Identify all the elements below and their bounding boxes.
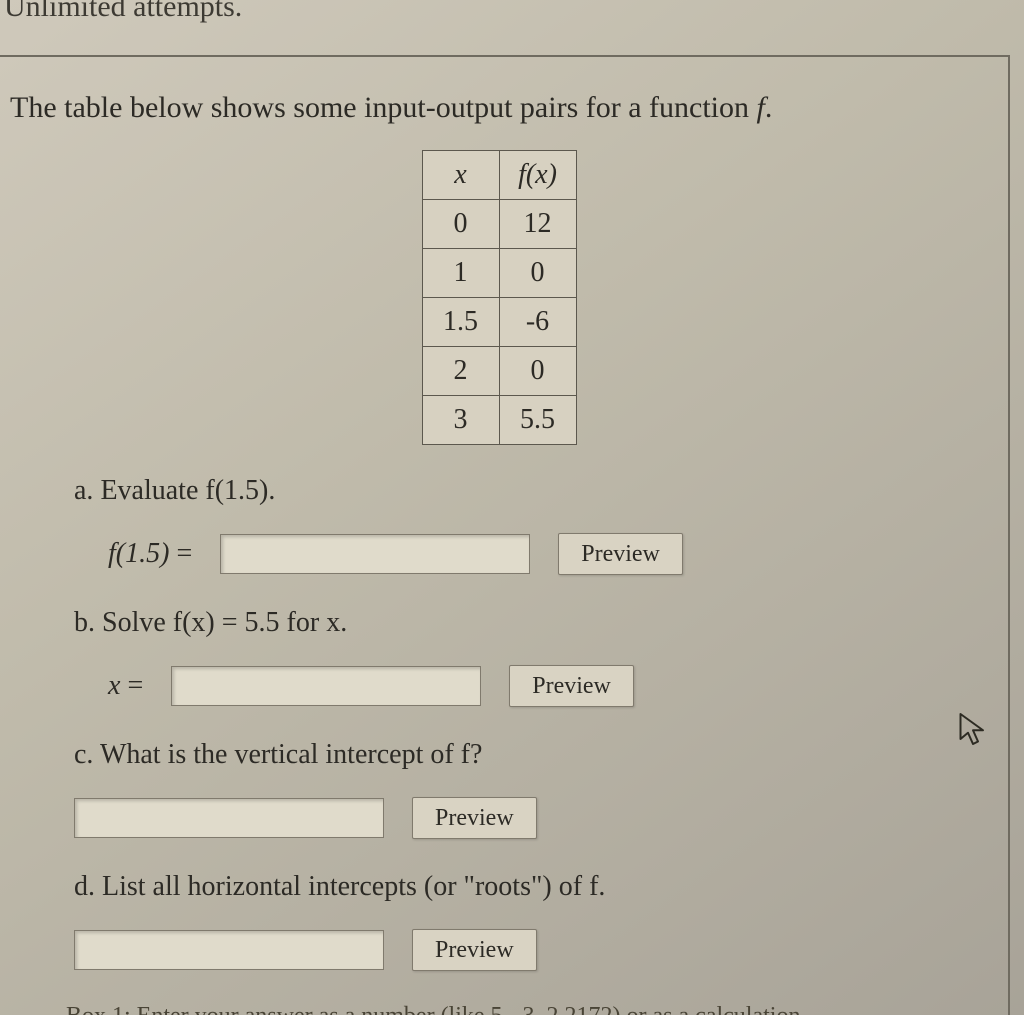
question-d: d. List all horizontal intercepts (or "r… <box>74 871 988 971</box>
answer-input-c[interactable] <box>74 798 384 838</box>
cell: 5.5 <box>499 396 576 445</box>
answer-input-a[interactable] <box>220 534 530 574</box>
preview-button-a[interactable]: Preview <box>558 533 683 575</box>
lhs-b: x = <box>108 670 143 702</box>
table-row: 1.5 -6 <box>422 298 576 347</box>
io-table: x f(x) 0 12 1 0 1.5 -6 2 <box>422 150 577 445</box>
cell: 0 <box>422 200 499 249</box>
answer-input-d[interactable] <box>74 930 384 970</box>
question-container: The table below shows some input-output … <box>0 55 1010 1015</box>
question-b-text: b. Solve f(x) = 5.5 for x. <box>74 607 988 639</box>
cell: -6 <box>499 298 576 347</box>
question-d-text: d. List all horizontal intercepts (or "r… <box>74 871 988 903</box>
cell: 12 <box>499 200 576 249</box>
cell: 0 <box>499 347 576 396</box>
cell: 2 <box>422 347 499 396</box>
page-root: Unlimited attempts. The table below show… <box>0 0 1024 1015</box>
cell: 3 <box>422 396 499 445</box>
question-a: a. Evaluate f(1.5). f(1.5) = Preview <box>74 475 988 575</box>
question-c-text: c. What is the vertical intercept of f? <box>74 739 988 771</box>
preview-button-c[interactable]: Preview <box>412 797 537 839</box>
cursor-icon <box>958 711 988 747</box>
table-row: 3 5.5 <box>422 396 576 445</box>
question-b: b. Solve f(x) = 5.5 for x. x = Preview <box>74 607 988 707</box>
table-header-fx: f(x) <box>499 151 576 200</box>
cell: 0 <box>499 249 576 298</box>
answer-input-b[interactable] <box>171 666 481 706</box>
box-hint: Box 1: Enter your answer as a number (li… <box>66 1003 988 1015</box>
table-row: 0 12 <box>422 200 576 249</box>
preview-button-d[interactable]: Preview <box>412 929 537 971</box>
cell: 1.5 <box>422 298 499 347</box>
lhs-a: f(1.5) = <box>108 538 192 570</box>
question-a-text: a. Evaluate f(1.5). <box>74 475 988 507</box>
intro-text: The table below shows some input-output … <box>10 91 988 125</box>
table-row: 1 0 <box>422 249 576 298</box>
table-row: 2 0 <box>422 347 576 396</box>
table-header-x: x <box>422 151 499 200</box>
cell: 1 <box>422 249 499 298</box>
question-c: c. What is the vertical intercept of f? … <box>74 739 988 839</box>
preview-button-b[interactable]: Preview <box>509 665 634 707</box>
header-fragment: Unlimited attempts. <box>0 0 242 24</box>
